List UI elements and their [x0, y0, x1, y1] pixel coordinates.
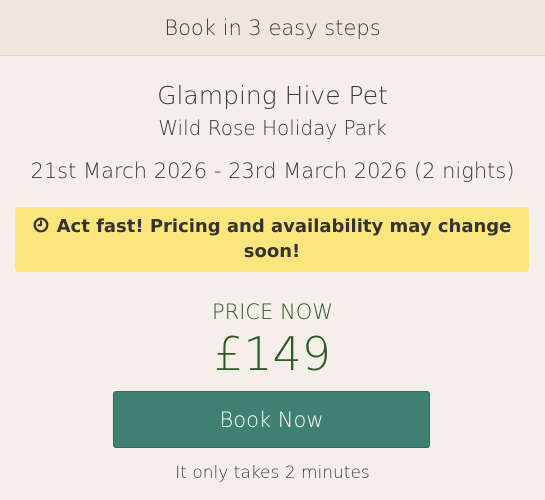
urgency-alert: Act fast! Pricing and availability may c…: [15, 207, 529, 272]
steps-header: Book in 3 easy steps: [0, 0, 545, 56]
price-amount: £149: [213, 327, 332, 381]
clock-icon: [33, 215, 49, 233]
booking-duration-note: It only takes 2 minutes: [175, 463, 370, 483]
park-name: Wild Rose Holiday Park: [158, 116, 387, 140]
accommodation-title: Glamping Hive Pet: [157, 81, 388, 110]
urgency-alert-text: Act fast! Pricing and availability may c…: [56, 216, 512, 262]
stay-dates: 21st March 2026 - 23rd March 2026 (2 nig…: [30, 159, 515, 183]
steps-header-text: Book in 3 easy steps: [164, 15, 381, 40]
price-label: PRICE NOW: [211, 300, 334, 324]
book-now-button[interactable]: Book Now: [113, 391, 430, 448]
